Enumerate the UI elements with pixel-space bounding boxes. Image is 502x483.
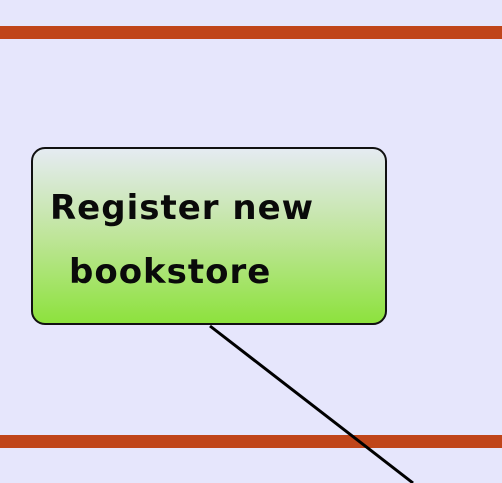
activity-node-register-new-bookstore[interactable]: Register new bookstore bbox=[31, 147, 387, 325]
node-label-line-1: Register new bbox=[50, 188, 315, 228]
node-label-line-2: bookstore bbox=[69, 252, 272, 292]
connector-line bbox=[209, 324, 414, 483]
